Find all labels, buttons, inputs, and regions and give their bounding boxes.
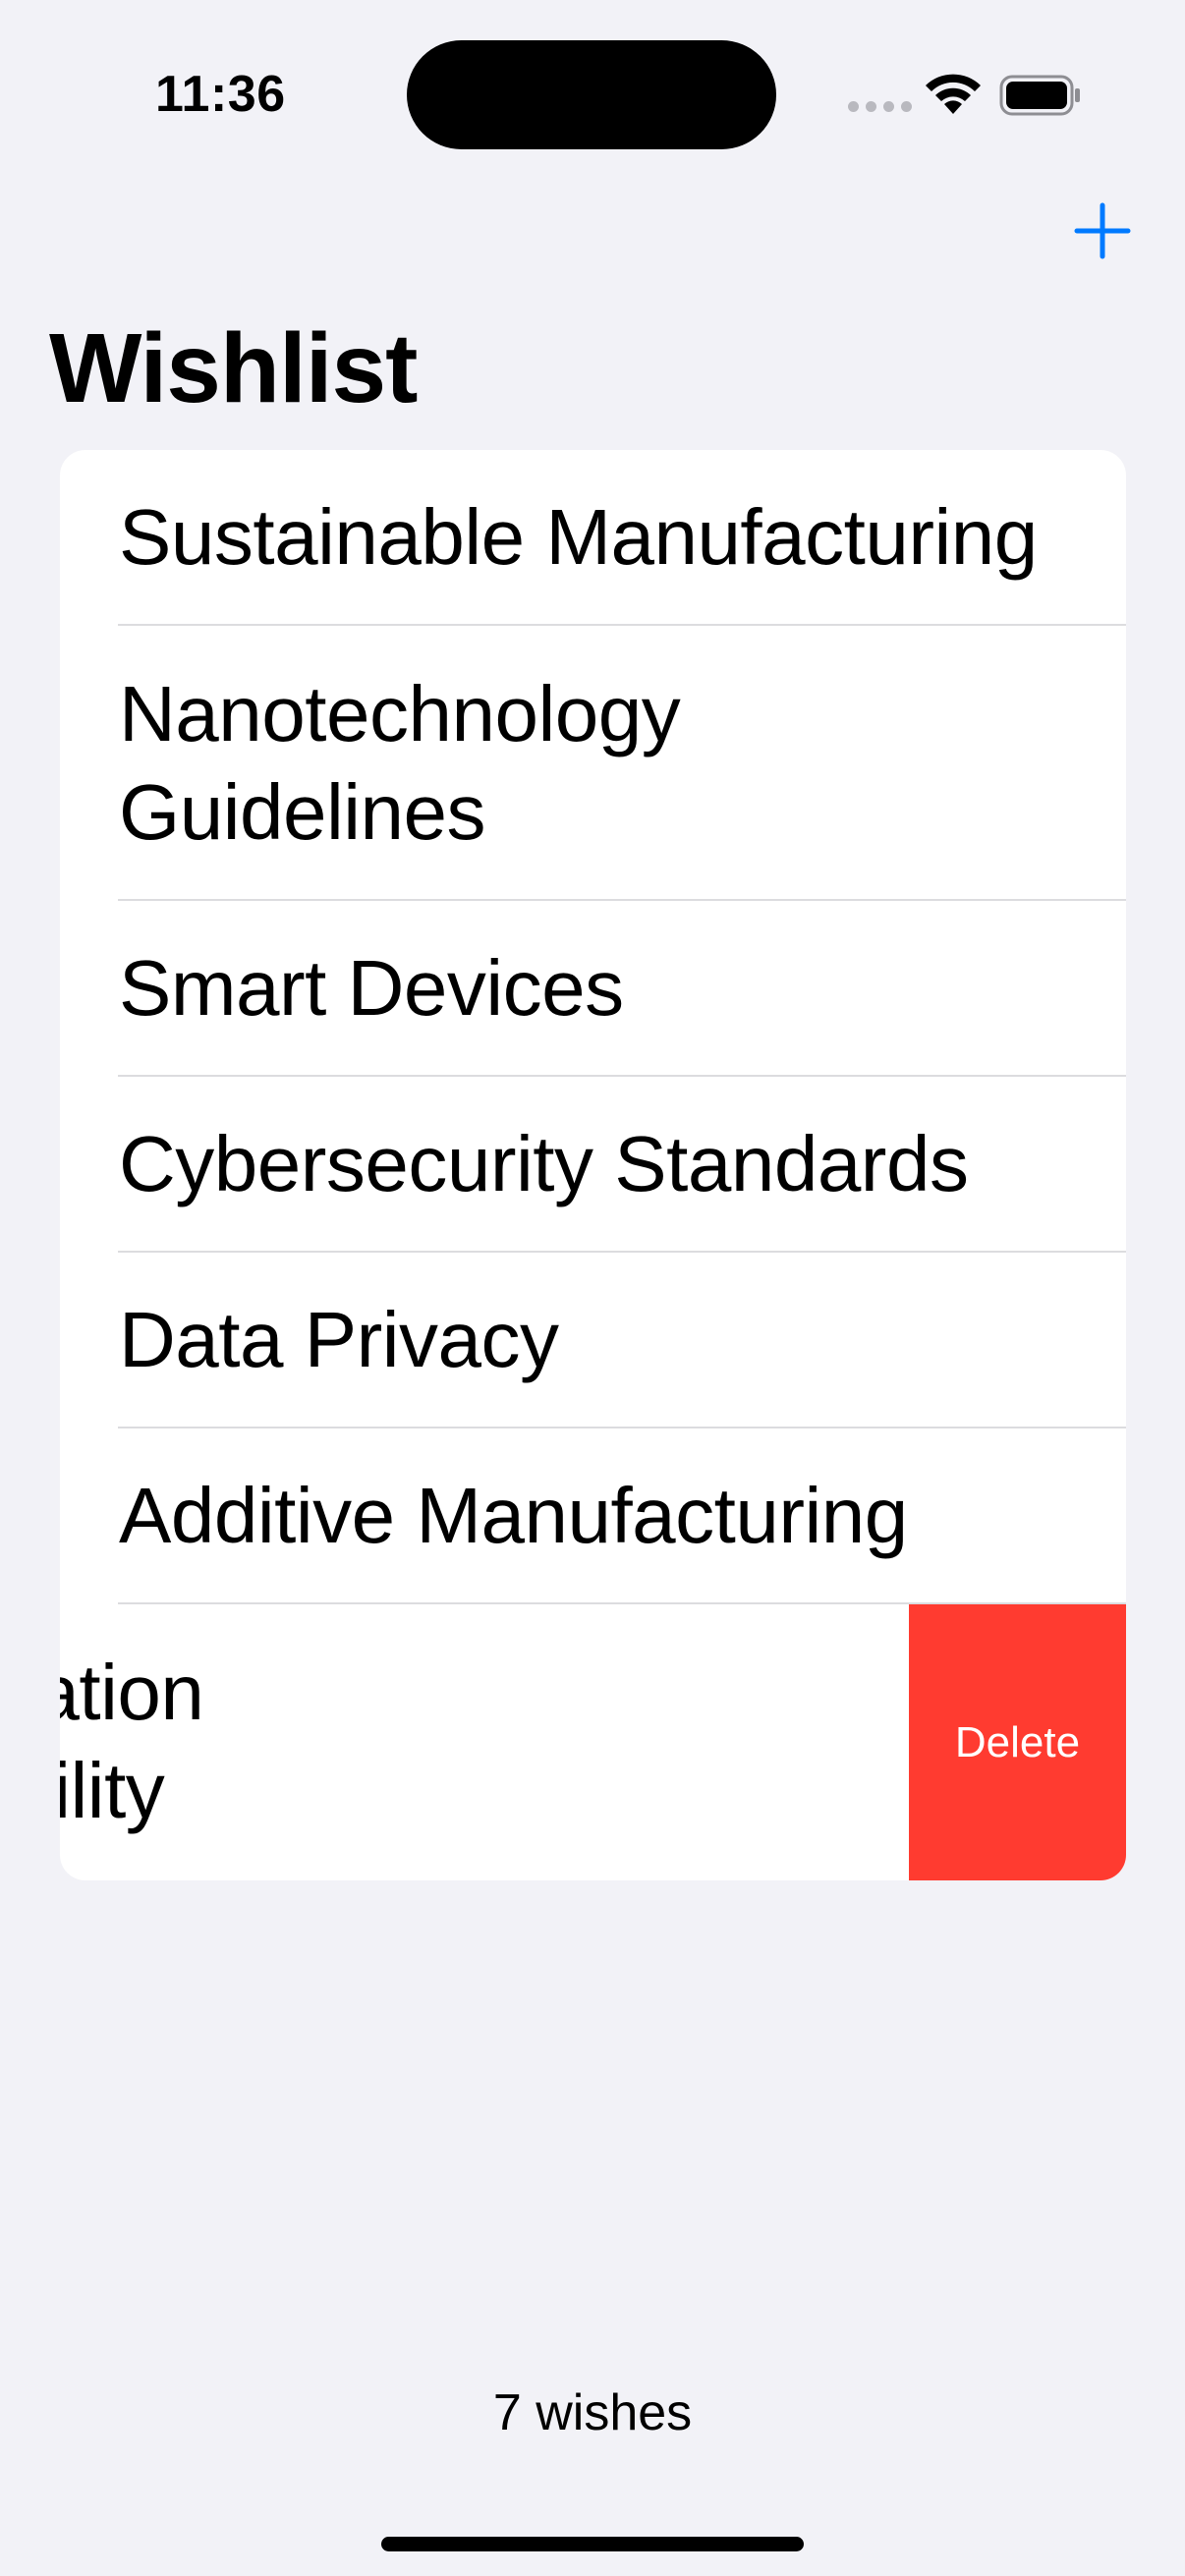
list-item-label: sportation ainability bbox=[60, 1649, 204, 1834]
list-item-label: Smart Devices bbox=[119, 944, 624, 1032]
status-time: 11:36 bbox=[155, 66, 286, 123]
list-item-label: Data Privacy bbox=[119, 1296, 559, 1383]
wifi-icon bbox=[926, 74, 981, 114]
wishlist-list: Sustainable Manufacturing Nanotechnology… bbox=[60, 450, 1126, 1880]
plus-icon bbox=[1074, 202, 1131, 259]
list-item-label: Sustainable Manufacturing bbox=[119, 493, 1038, 581]
list-item-label: Nanotechnology Guidelines bbox=[119, 669, 681, 856]
page-title: Wishlist bbox=[49, 313, 418, 423]
dynamic-island bbox=[407, 40, 776, 149]
delete-button[interactable]: Delete bbox=[909, 1604, 1126, 1880]
add-wish-button[interactable] bbox=[1074, 202, 1131, 259]
home-indicator[interactable] bbox=[381, 2537, 804, 2551]
list-item-label: Additive Manufacturing bbox=[119, 1472, 908, 1559]
list-item[interactable]: Cybersecurity Standards bbox=[60, 1077, 1126, 1252]
wishlist-screen: 11:36 Wishlist Sustainable Manufacturing… bbox=[0, 0, 1185, 2576]
wish-count: 7 wishes bbox=[492, 2384, 693, 2441]
swiped-list-item[interactable]: sportation ainability Delete bbox=[60, 1604, 1126, 1880]
battery-icon bbox=[999, 75, 1080, 116]
list-item[interactable]: Nanotechnology Guidelines bbox=[60, 626, 1126, 900]
cellular-signal-icon bbox=[848, 101, 912, 112]
list-item[interactable]: Smart Devices bbox=[60, 901, 1126, 1076]
list-item-label: Cybersecurity Standards bbox=[119, 1120, 969, 1207]
list-item[interactable]: Additive Manufacturing bbox=[60, 1428, 1126, 1603]
list-item[interactable]: Data Privacy bbox=[60, 1253, 1126, 1428]
list-item[interactable]: Sustainable Manufacturing bbox=[60, 450, 1126, 625]
